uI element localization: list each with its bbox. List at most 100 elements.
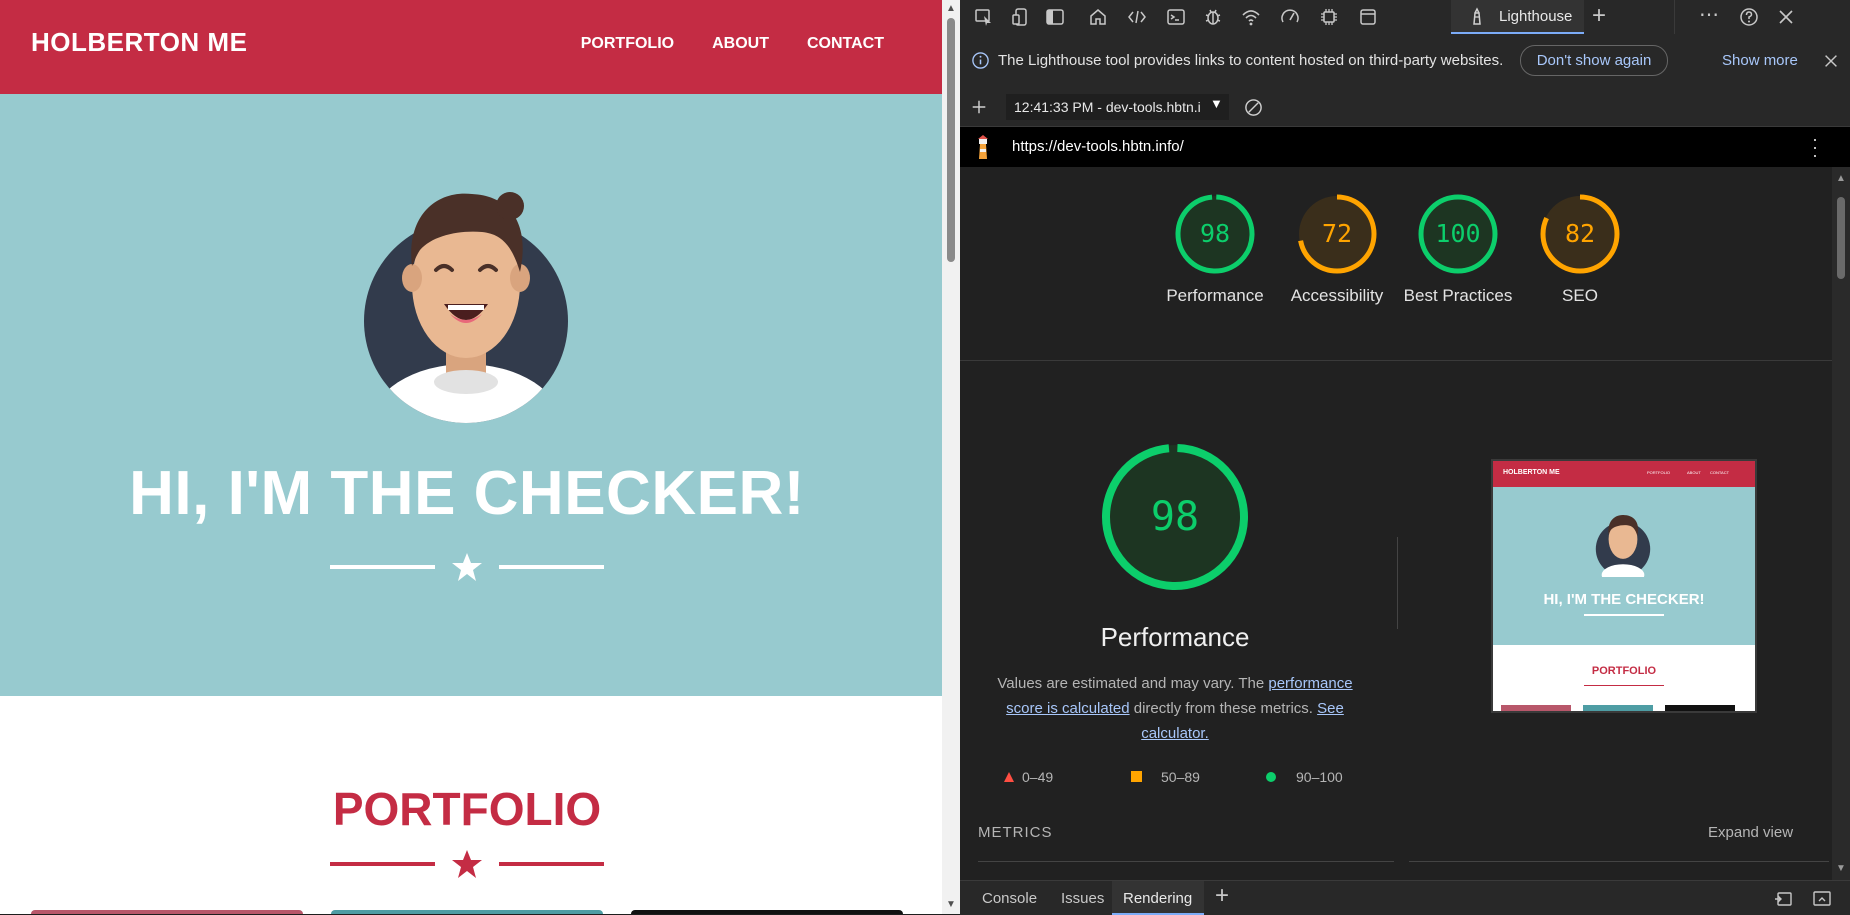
star-icon — [452, 553, 482, 581]
undock-drawer-icon[interactable] — [1773, 890, 1793, 907]
thumb-nav-contact: CONTACT — [1710, 470, 1730, 475]
divider-line-right — [499, 862, 604, 866]
device-emulation-icon[interactable] — [1011, 7, 1031, 27]
nav-link-portfolio[interactable]: PORTFOLIO — [581, 35, 674, 53]
console-icon[interactable] — [1166, 7, 1186, 27]
application-window-icon[interactable] — [1358, 7, 1378, 27]
lighthouse-logo-icon — [978, 135, 988, 159]
scroll-down-arrow-icon[interactable]: ▼ — [946, 900, 956, 910]
avatar-image — [364, 192, 568, 423]
thumb-card — [1501, 705, 1571, 711]
close-devtools-icon[interactable] — [1776, 7, 1796, 27]
thumb-hero: HI, I'M THE CHECKER! — [1493, 487, 1755, 645]
metrics-divider — [1409, 861, 1829, 862]
desc-text-prefix: Values are estimated and may vary. The — [997, 675, 1269, 692]
close-infobar-icon[interactable] — [1822, 52, 1840, 70]
lighthouse-info-bar: The Lighthouse tool provides links to co… — [960, 34, 1850, 89]
divider-line-left — [330, 862, 435, 866]
tab-bar-separator — [1674, 0, 1675, 34]
thumb-divider — [1584, 614, 1664, 616]
thumb-avatar — [1595, 515, 1651, 577]
score-best-practices: 100 — [1435, 219, 1481, 248]
help-question-icon[interactable] — [1739, 7, 1759, 27]
memory-chip-icon[interactable] — [1319, 7, 1339, 27]
fail-triangle-icon — [1004, 772, 1014, 782]
label-accessibility: Accessibility — [1290, 286, 1384, 305]
add-tab-plus-icon[interactable]: + — [1592, 2, 1606, 30]
more-options-icon[interactable]: ⋯ — [1699, 2, 1720, 27]
nav-link-about[interactable]: ABOUT — [712, 35, 769, 53]
show-more-link[interactable]: Show more — [1722, 52, 1798, 69]
page-screenshot-thumbnail[interactable]: HOLBERTON ME PORTFOLIO ABOUT CONTACT HI,… — [1491, 459, 1757, 713]
performance-gauge-icon[interactable] — [1280, 7, 1300, 27]
new-report-plus-icon[interactable] — [970, 98, 988, 116]
report-url[interactable]: https://dev-tools.hbtn.info/ — [1012, 138, 1184, 155]
label-performance: Performance — [1166, 286, 1264, 305]
summary-separator — [960, 360, 1832, 361]
divider-line-right — [499, 565, 604, 569]
page-scrollbar[interactable]: ▲ ▼ — [942, 0, 960, 914]
report-scroll-thumb[interactable] — [1837, 197, 1845, 279]
info-message: The Lighthouse tool provides links to co… — [998, 52, 1504, 69]
clear-reports-icon[interactable] — [1244, 98, 1263, 117]
score-accessibility: 72 — [1321, 219, 1353, 248]
add-drawer-tab-plus-icon[interactable]: + — [1215, 882, 1229, 910]
dock-side-icon[interactable] — [1045, 7, 1065, 27]
report-menu-kebab-icon[interactable]: · · · — [1812, 130, 1818, 164]
tab-lighthouse-label: Lighthouse — [1499, 8, 1573, 25]
toggle-drawer-icon[interactable] — [1812, 890, 1832, 907]
thumb-nav-portfolio: PORTFOLIO — [1647, 470, 1671, 475]
legend-average: 50–89 — [1161, 769, 1200, 785]
sources-bug-icon[interactable] — [1203, 7, 1223, 27]
performance-description: Values are estimated and may vary. The p… — [992, 671, 1358, 746]
website-viewport: HOLBERTON ME PORTFOLIO ABOUT CONTACT HI,… — [0, 0, 942, 914]
drawer-tab-rendering[interactable]: Rendering — [1112, 881, 1204, 915]
network-wifi-icon[interactable] — [1241, 7, 1261, 27]
thumb-brand: HOLBERTON ME — [1503, 469, 1560, 476]
thumb-section-divider — [1584, 685, 1664, 686]
site-header: HOLBERTON ME PORTFOLIO ABOUT CONTACT — [0, 0, 942, 94]
report-scrollbar[interactable]: ▲ ▼ — [1832, 167, 1850, 880]
welcome-home-icon[interactable] — [1088, 7, 1108, 27]
lighthouse-report: 98 Performance 72 Accessibility 100 Best… — [960, 167, 1832, 880]
portfolio-heading: PORTFOLIO — [332, 783, 602, 835]
drawer-tab-console[interactable]: Console — [982, 890, 1037, 907]
portfolio-card[interactable] — [331, 910, 603, 914]
drawer-tab-bar: Console Issues Rendering + — [960, 880, 1850, 915]
info-icon — [972, 52, 989, 69]
scroll-up-arrow-icon[interactable]: ▲ — [946, 4, 956, 14]
drawer-tab-issues[interactable]: Issues — [1061, 890, 1104, 907]
lighthouse-toolbar: 12:41:33 PM - dev-tools.hbtn.i ▼ — [960, 88, 1850, 127]
legend-fail: 0–49 — [1022, 769, 1054, 785]
expand-view-toggle[interactable]: Expand view — [1708, 824, 1793, 841]
score-seo: 82 — [1564, 219, 1596, 248]
divider-line-left — [330, 565, 435, 569]
inspect-element-icon[interactable] — [974, 7, 994, 27]
site-brand[interactable]: HOLBERTON ME — [31, 27, 247, 58]
tab-lighthouse[interactable]: Lighthouse — [1451, 0, 1584, 34]
dont-show-again-button[interactable]: Don't show again — [1520, 45, 1668, 76]
hero-title: HI, I'M THE CHECKER! — [129, 459, 805, 528]
scroll-up-arrow-icon[interactable]: ▲ — [1836, 173, 1846, 184]
chevron-down-icon[interactable]: ▼ — [1210, 96, 1223, 111]
nav-link-contact[interactable]: CONTACT — [807, 35, 884, 53]
elements-code-icon[interactable] — [1127, 7, 1147, 27]
hero-divider — [330, 552, 604, 582]
site-nav: PORTFOLIO ABOUT CONTACT — [581, 35, 884, 53]
portfolio-card[interactable] — [631, 910, 903, 914]
report-selector[interactable]: 12:41:33 PM - dev-tools.hbtn.i — [1006, 94, 1229, 120]
portfolio-card[interactable] — [31, 910, 303, 914]
page-scroll-thumb[interactable] — [947, 18, 955, 262]
drawer-tab-rendering-label: Rendering — [1123, 890, 1193, 907]
thumb-hero-title: HI, I'M THE CHECKER! — [1543, 591, 1705, 608]
thumb-nav-about: ABOUT — [1687, 470, 1701, 475]
hero-section: HI, I'M THE CHECKER! — [0, 94, 942, 696]
devtools-tab-bar: Lighthouse + ⋯ — [960, 0, 1850, 35]
average-square-icon — [1131, 771, 1142, 782]
devtools-panel: Lighthouse + ⋯ The Lighthouse tool provi… — [960, 0, 1850, 915]
scroll-down-arrow-icon[interactable]: ▼ — [1836, 863, 1846, 874]
metrics-heading: METRICS — [978, 824, 1053, 841]
label-best-practices: Best Practices — [1403, 286, 1513, 305]
metrics-divider — [978, 861, 1394, 862]
label-seo: SEO — [1562, 286, 1598, 305]
